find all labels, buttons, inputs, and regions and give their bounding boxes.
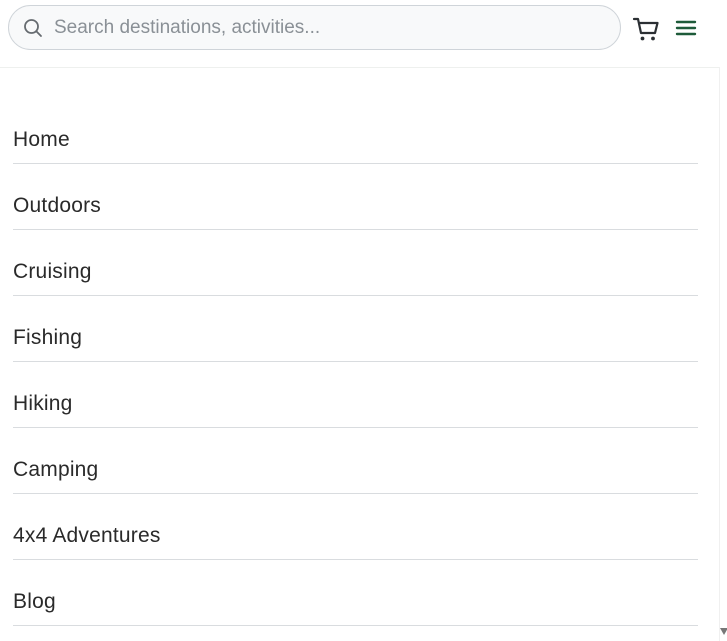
nav-item-camping[interactable]: Camping	[13, 428, 698, 494]
nav-item-label: Hiking	[13, 392, 73, 415]
top-bar	[0, 0, 720, 68]
search-icon	[24, 19, 42, 37]
nav-item-fishing[interactable]: Fishing	[13, 296, 698, 362]
nav-menu-list: Home Outdoors Cruising Fishing Hiking Ca…	[13, 98, 698, 626]
shopping-cart-icon[interactable]	[632, 15, 660, 43]
nav-item-hiking[interactable]: Hiking	[13, 362, 698, 428]
hamburger-menu-icon[interactable]	[674, 16, 698, 40]
scroll-down-arrow-icon[interactable]	[720, 628, 727, 635]
search-box[interactable]	[8, 5, 621, 50]
nav-item-4x4-adventures[interactable]: 4x4 Adventures	[13, 494, 698, 560]
nav-item-label: Cruising	[13, 260, 92, 283]
nav-item-label: Blog	[13, 590, 56, 613]
nav-item-label: Outdoors	[13, 194, 101, 217]
nav-item-blog[interactable]: Blog	[13, 560, 698, 626]
nav-item-cruising[interactable]: Cruising	[13, 230, 698, 296]
nav-item-outdoors[interactable]: Outdoors	[13, 164, 698, 230]
nav-item-label: Camping	[13, 458, 99, 481]
nav-item-label: 4x4 Adventures	[13, 524, 161, 547]
scrollbar-track[interactable]	[719, 67, 720, 641]
nav-item-home[interactable]: Home	[13, 98, 698, 164]
search-input[interactable]	[54, 6, 614, 49]
nav-item-label: Fishing	[13, 326, 83, 349]
nav-item-label: Home	[13, 128, 70, 151]
mobile-menu-page: Home Outdoors Cruising Fishing Hiking Ca…	[0, 0, 727, 641]
